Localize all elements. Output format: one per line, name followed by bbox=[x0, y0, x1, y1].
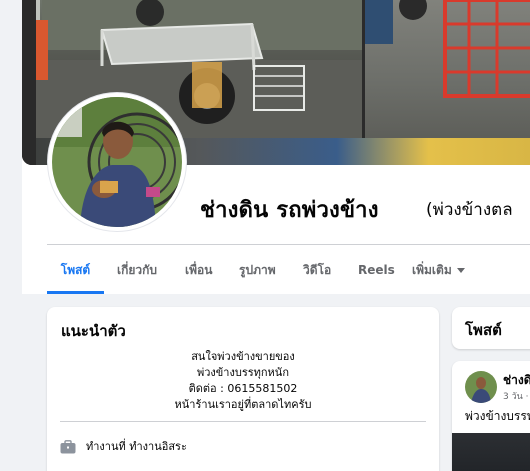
profile-name: ช่างดิน รถพ่วงข้าง bbox=[200, 198, 379, 223]
cover-photo-edge bbox=[22, 0, 36, 165]
intro-title: แนะนำตัว bbox=[61, 322, 126, 340]
profile-avatar-photo bbox=[52, 97, 182, 227]
tab-photos[interactable]: รูปภาพ bbox=[239, 246, 276, 294]
chevron-down-icon bbox=[456, 268, 465, 273]
tab-photos-label: รูปภาพ bbox=[239, 263, 276, 277]
tab-videos[interactable]: วิดีโอ bbox=[303, 246, 331, 294]
intro-work-text[interactable]: ทำงานที่ ทำงานอิสระ bbox=[86, 437, 187, 455]
post-text: พ่วงข้างบรรทุ bbox=[465, 409, 530, 423]
bio-line: พ่วงข้างบรรทุกหนัก bbox=[196, 366, 289, 379]
intro-divider bbox=[60, 421, 426, 422]
tab-friends-label: เพื่อน bbox=[185, 263, 213, 277]
tab-about[interactable]: เกี่ยวกับ bbox=[117, 246, 157, 294]
post-author-name[interactable]: ช่างดิ bbox=[503, 371, 530, 390]
page-left-gutter bbox=[0, 0, 22, 294]
tab-more-label: เพิ่มเติม bbox=[412, 263, 452, 277]
post-image[interactable] bbox=[452, 433, 530, 471]
bio-line: ติดต่อ : 0615581502 bbox=[188, 382, 298, 395]
header-divider bbox=[47, 244, 530, 245]
avatar-person-illustration bbox=[52, 97, 182, 227]
post-timestamp[interactable]: 3 วัน · bbox=[503, 389, 529, 403]
posts-header-card: โพสต์ bbox=[452, 307, 530, 349]
tab-reels-label: Reels bbox=[358, 263, 395, 277]
tab-reels[interactable]: Reels bbox=[358, 246, 395, 294]
post-author-avatar[interactable] bbox=[465, 371, 497, 403]
intro-card: แนะนำตัว สนใจพ่วงข้างขายของ พ่วงข้างบรรท… bbox=[47, 307, 439, 471]
profile-alternate-name: (พ่วงข้างตล bbox=[426, 200, 513, 220]
tab-posts-label: โพสต์ bbox=[60, 263, 91, 277]
briefcase-icon bbox=[60, 439, 76, 454]
tab-friends[interactable]: เพื่อน bbox=[185, 246, 212, 294]
profile-tabs: โพสต์ เกี่ยวกับ เพื่อน รูปภาพ วิดีโอ Ree… bbox=[47, 246, 530, 294]
intro-bio: สนใจพ่วงข้างขายของ พ่วงข้างบรรทุกหนัก ติ… bbox=[47, 349, 439, 413]
bio-line: สนใจพ่วงข้างขายของ bbox=[191, 350, 295, 363]
post-card: ช่างดิ 3 วัน · พ่วงข้างบรรทุ bbox=[452, 361, 530, 471]
bio-line: หน้าร้านเราอยู่ที่ตลาดไทครับ bbox=[174, 398, 312, 411]
tab-about-label: เกี่ยวกับ bbox=[117, 263, 158, 277]
profile-avatar[interactable] bbox=[48, 93, 186, 231]
tab-videos-label: วิดีโอ bbox=[303, 263, 332, 277]
intro-work-row: ทำงานที่ ทำงานอิสระ bbox=[60, 437, 187, 455]
tab-posts[interactable]: โพสต์ bbox=[47, 246, 104, 294]
cover-photo-side bbox=[362, 0, 530, 140]
posts-title: โพสต์ bbox=[465, 321, 502, 339]
tab-more[interactable]: เพิ่มเติม bbox=[412, 246, 465, 294]
